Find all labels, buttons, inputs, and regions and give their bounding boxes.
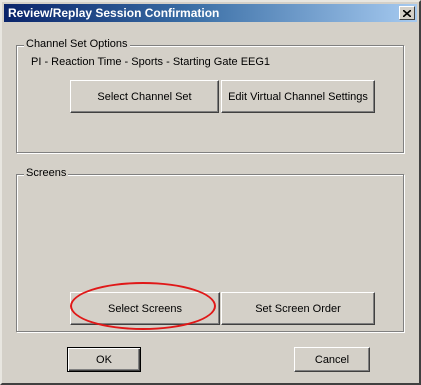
screens-group: Screens Select Screens Set Screen Order [16, 167, 404, 332]
edit-virtual-channel-settings-button[interactable]: Edit Virtual Channel Settings [221, 80, 375, 113]
edit-virtual-channel-settings-label: Edit Virtual Channel Settings [228, 90, 368, 103]
select-screens-label: Select Screens [108, 302, 182, 315]
close-button[interactable] [399, 6, 415, 20]
channel-set-options-label: Channel Set Options [24, 38, 130, 50]
close-icon [403, 9, 411, 17]
set-screen-order-label: Set Screen Order [255, 302, 341, 315]
ok-button[interactable]: OK [67, 347, 141, 372]
cancel-label: Cancel [314, 353, 350, 366]
select-channel-set-label: Select Channel Set [97, 90, 192, 103]
screens-label: Screens [24, 167, 69, 179]
window-title: Review/Replay Session Confirmation [8, 6, 220, 20]
set-screen-order-button[interactable]: Set Screen Order [221, 292, 375, 325]
channel-set-options-group: Channel Set Options PI - Reaction Time -… [16, 38, 404, 153]
session-confirmation-dialog: Review/Replay Session Confirmation Chann… [0, 0, 421, 385]
select-channel-set-button[interactable]: Select Channel Set [70, 80, 219, 113]
cancel-button[interactable]: Cancel [294, 347, 370, 372]
select-screens-button[interactable]: Select Screens [70, 292, 220, 325]
ok-label: OK [96, 353, 112, 366]
current-channel-set: PI - Reaction Time - Sports - Starting G… [31, 56, 271, 68]
title-bar[interactable]: Review/Replay Session Confirmation [4, 4, 417, 22]
